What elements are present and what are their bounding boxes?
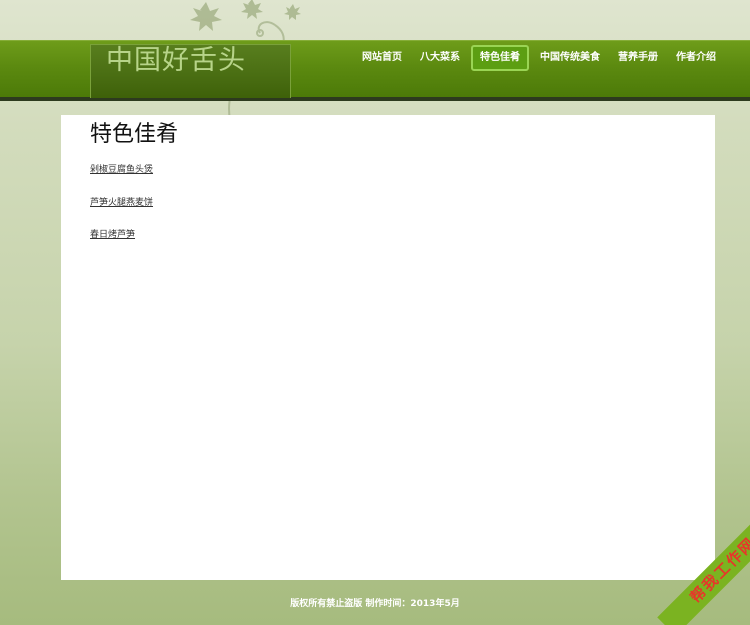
nav-item-nutrition-guide[interactable]: 营养手册 [611,45,665,71]
site-logo[interactable]: 中国好舌头 [106,45,246,77]
main-nav: 网站首页 八大菜系 特色佳肴 中国传统美食 营养手册 作者介绍 [355,45,727,71]
corner-ribbon[interactable]: 帮我工作网 [630,505,750,625]
content-panel [61,115,715,580]
nav-item-specialty-dishes[interactable]: 特色佳肴 [471,45,529,71]
nav-item-eight-cuisines[interactable]: 八大菜系 [413,45,467,71]
ribbon-label: 帮我工作网 [657,505,750,625]
nav-item-traditional-food[interactable]: 中国传统美食 [533,45,607,71]
dish-link[interactable]: 剁椒豆腐鱼头煲 [90,162,153,175]
dish-link[interactable]: 芦笋火腿燕麦饼 [90,195,153,208]
nav-item-about-author[interactable]: 作者介绍 [669,45,723,71]
nav-item-home[interactable]: 网站首页 [355,45,409,71]
dish-link[interactable]: 春日烤芦笋 [90,227,135,240]
page-title: 特色佳肴 [90,122,179,147]
